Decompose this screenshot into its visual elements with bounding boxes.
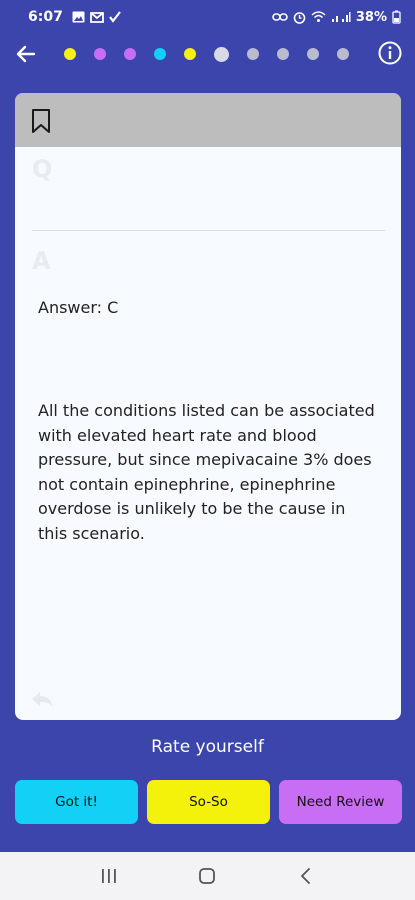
gmail-icon xyxy=(89,11,104,23)
card-header xyxy=(15,93,401,147)
progress-dot-2[interactable] xyxy=(94,48,106,60)
answer-line: Answer: C xyxy=(38,298,119,317)
flashcard: Q A Answer: C All the conditions listed … xyxy=(15,93,401,720)
check-icon xyxy=(108,11,121,23)
alarm-icon xyxy=(293,11,306,24)
rating-buttons: Got it! So-So Need Review xyxy=(15,780,402,824)
signal-icon xyxy=(331,11,351,23)
info-icon[interactable] xyxy=(377,40,403,66)
android-nav-bar xyxy=(0,852,415,900)
progress-dot-7[interactable] xyxy=(247,48,259,60)
battery-text: 38% xyxy=(355,9,387,25)
bookmark-icon[interactable] xyxy=(31,109,51,133)
progress-dot-4[interactable] xyxy=(154,48,166,60)
so-so-button[interactable]: So-So xyxy=(147,780,270,824)
progress-dot-8[interactable] xyxy=(277,48,289,60)
got-it-button[interactable]: Got it! xyxy=(15,780,138,824)
progress-dot-6[interactable] xyxy=(214,46,229,62)
status-left: 6:07 xyxy=(28,9,121,25)
home-icon[interactable] xyxy=(195,864,219,888)
progress-dot-5[interactable] xyxy=(184,48,196,60)
progress-dot-1[interactable] xyxy=(64,48,76,60)
answer-explanation: All the conditions listed can be associa… xyxy=(38,401,375,543)
top-nav xyxy=(0,34,415,74)
battery-icon xyxy=(392,10,401,24)
link-icon xyxy=(272,12,288,22)
wifi-icon xyxy=(311,11,326,23)
progress-dots xyxy=(64,46,349,62)
back-arrow-icon[interactable] xyxy=(12,40,40,68)
image-icon xyxy=(72,11,85,23)
progress-dot-9[interactable] xyxy=(307,48,319,60)
system-back-icon[interactable] xyxy=(294,864,318,888)
flip-card-icon[interactable] xyxy=(30,690,56,710)
progress-dot-3[interactable] xyxy=(124,48,136,60)
divider xyxy=(32,230,385,231)
answer-letter: A xyxy=(32,247,51,275)
status-time: 6:07 xyxy=(28,9,63,25)
status-right: 38% xyxy=(272,10,401,25)
status-bar: 6:07 38% xyxy=(0,0,415,34)
rate-yourself-label: Rate yourself xyxy=(151,737,264,757)
progress-dot-10[interactable] xyxy=(337,48,349,60)
need-review-button[interactable]: Need Review xyxy=(279,780,402,824)
recent-apps-icon[interactable] xyxy=(97,864,121,888)
question-letter: Q xyxy=(32,155,53,183)
